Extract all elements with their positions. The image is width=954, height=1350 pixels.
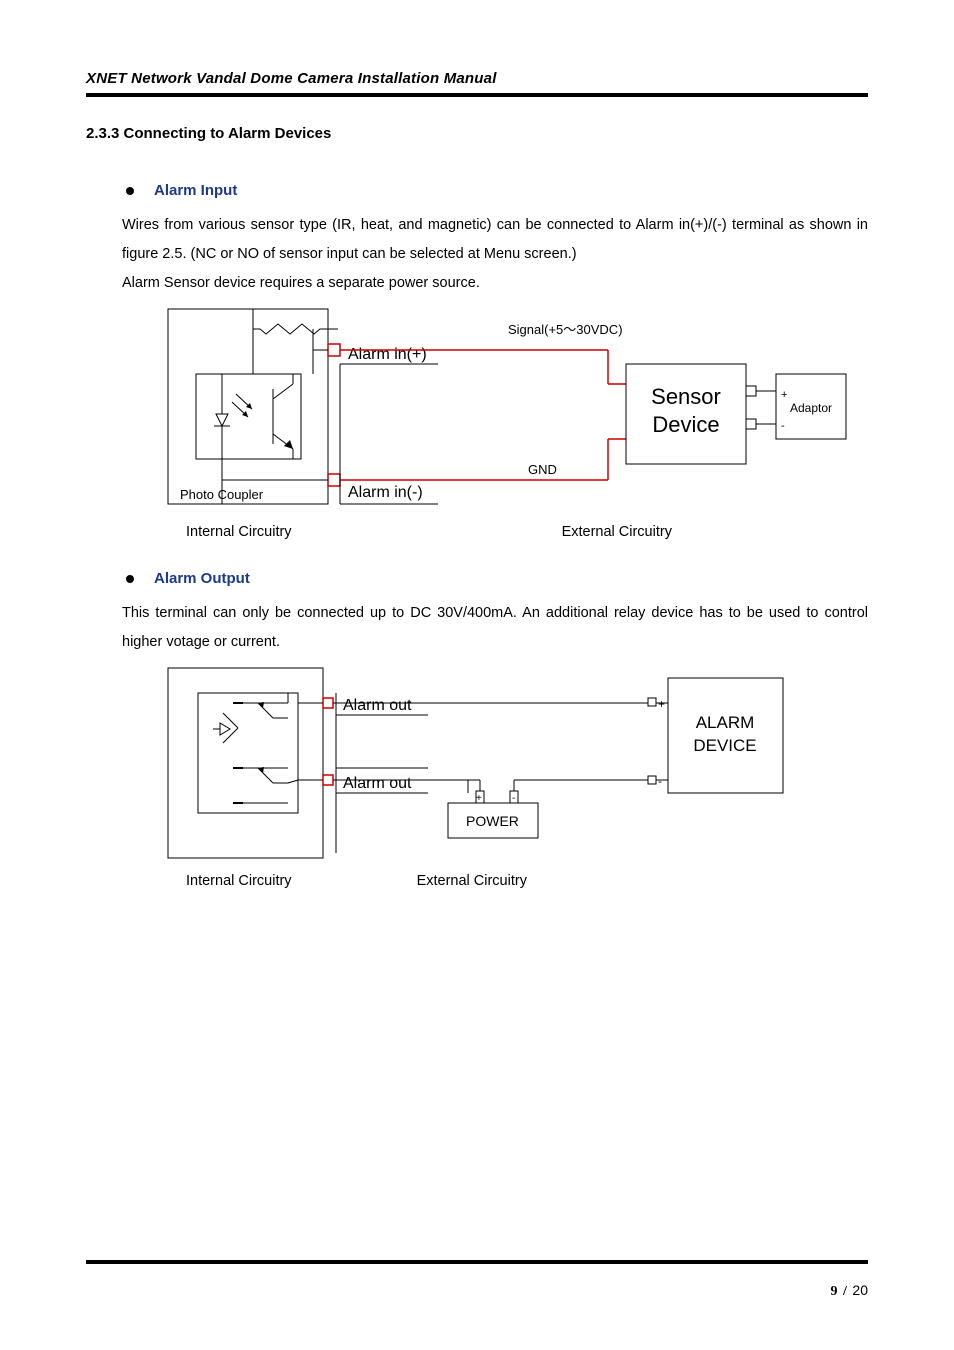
gnd-label: GND [528, 462, 557, 477]
bullet-icon [126, 575, 134, 583]
footer-rule [86, 1260, 868, 1264]
adaptor-label: Adaptor [790, 401, 832, 415]
alarm-input-diagram: Photo Coupler Alarm in(+) Alarm in(-) Si… [158, 304, 858, 514]
page-footer: 9 / 20 [86, 1260, 868, 1300]
bullet-icon [126, 187, 134, 195]
page-number: 9 / 20 [86, 1282, 868, 1300]
alarm-in-plus-label: Alarm in(+) [348, 346, 427, 363]
alarm-output-diagram: Alarm out Alarm out + POWER + - - ALARM … [158, 663, 788, 863]
alarm-in-minus-label: Alarm in(-) [348, 484, 423, 501]
alarm-output-title: Alarm Output [154, 570, 250, 587]
adaptor-minus: - [781, 420, 785, 432]
section-heading: 2.3.3 Connecting to Alarm Devices [86, 125, 868, 142]
document-header: XNET Network Vandal Dome Camera Installa… [86, 70, 868, 93]
svg-text:-: - [512, 793, 515, 804]
power-label: POWER [466, 813, 519, 829]
adaptor-plus: + [781, 389, 787, 401]
alarm-device-label-2: DEVICE [693, 736, 756, 755]
alarm-input-caption-external: External Circuitry [562, 524, 672, 540]
alarm-device-label-1: ALARM [696, 713, 755, 732]
alarm-out-label-2: Alarm out [343, 775, 412, 792]
alarm-input-title: Alarm Input [154, 182, 237, 199]
alarm-device-minus: - [658, 774, 662, 788]
alarm-input-para2: Alarm Sensor device requires a separate … [122, 269, 868, 298]
photo-coupler-label: Photo Coupler [180, 487, 264, 502]
alarm-input-para1: Wires from various sensor type (IR, heat… [122, 211, 868, 269]
alarm-out-label-1: Alarm out [343, 697, 412, 714]
alarm-output-caption-internal: Internal Circuitry [186, 873, 292, 889]
sensor-label-1: Sensor [651, 384, 721, 409]
alarm-input-caption-internal: Internal Circuitry [186, 524, 292, 540]
signal-label: Signal(+5～30VDC) [508, 322, 623, 337]
alarm-output-caption-external: External Circuitry [417, 873, 527, 889]
header-rule [86, 93, 868, 97]
sensor-label-2: Device [652, 412, 719, 437]
alarm-device-plus: + [658, 697, 665, 711]
alarm-output-para: This terminal can only be connected up t… [122, 599, 868, 657]
svg-text:+: + [476, 793, 482, 804]
